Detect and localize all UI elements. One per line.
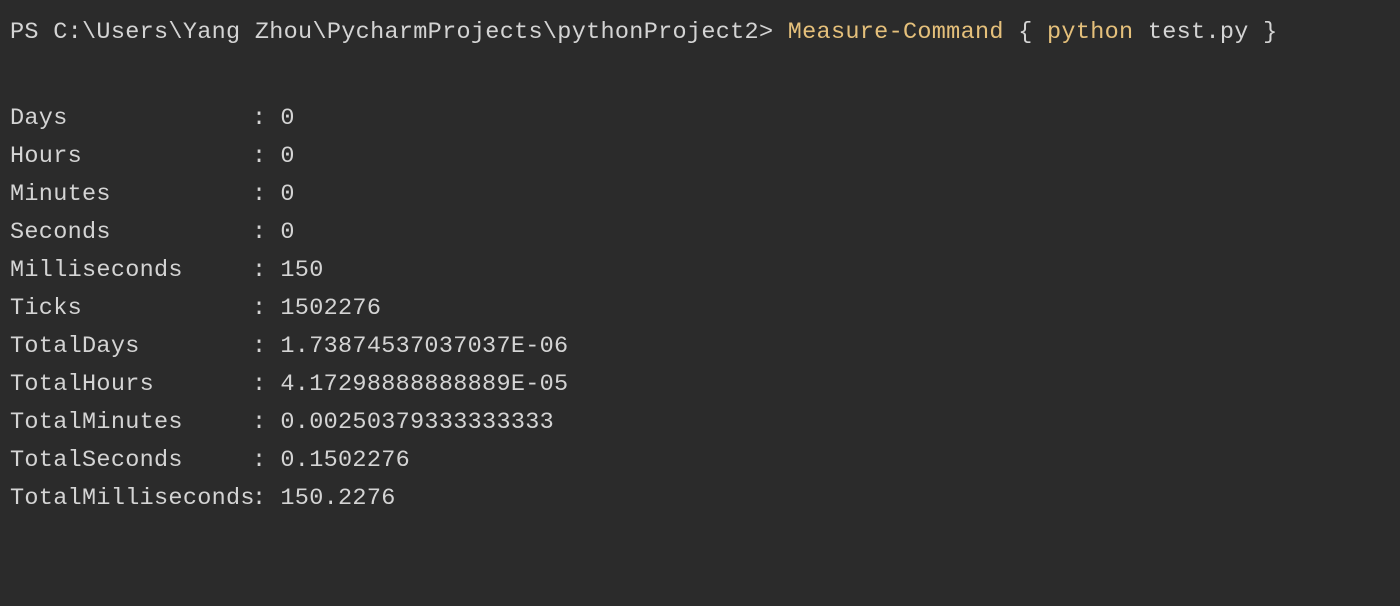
output-value: 0	[280, 214, 294, 252]
output-value: 150	[280, 252, 323, 290]
output-row: TotalHours : 4.17298888888889E-05	[10, 366, 1390, 404]
output-label: TotalMilliseconds	[10, 480, 252, 518]
output-separator: :	[252, 214, 266, 252]
command-brace-open: {	[1004, 19, 1047, 46]
output-label: Days	[10, 100, 252, 138]
output-value: 0	[280, 138, 294, 176]
output-row: Minutes : 0	[10, 176, 1390, 214]
output-separator: :	[252, 366, 266, 404]
output-value: 0.00250379333333333	[280, 404, 554, 442]
output-label: Hours	[10, 138, 252, 176]
output-separator: :	[252, 138, 266, 176]
output-row: TotalSeconds : 0.1502276	[10, 442, 1390, 480]
output-value: 1.73874537037037E-06	[280, 328, 568, 366]
output-row: Milliseconds : 150	[10, 252, 1390, 290]
output-value: 1502276	[280, 290, 381, 328]
output-value: 0	[280, 100, 294, 138]
output-separator: :	[252, 252, 266, 290]
output-row: TotalMinutes : 0.00250379333333333	[10, 404, 1390, 442]
output-separator: :	[252, 404, 266, 442]
output-separator: :	[252, 442, 266, 480]
output-separator: :	[252, 100, 266, 138]
output-row: Ticks : 1502276	[10, 290, 1390, 328]
output-separator: :	[252, 176, 266, 214]
output-separator: :	[252, 328, 266, 366]
output-value: 4.17298888888889E-05	[280, 366, 568, 404]
output-separator: :	[252, 480, 266, 518]
output-row: TotalDays : 1.73874537037037E-06	[10, 328, 1390, 366]
output-value: 0.1502276	[280, 442, 410, 480]
prompt-suffix: >	[759, 19, 788, 46]
output-separator: :	[252, 290, 266, 328]
output-label: Minutes	[10, 176, 252, 214]
output-row: Hours : 0	[10, 138, 1390, 176]
command-file: test.py	[1133, 19, 1263, 46]
prompt-path: C:\Users\Yang Zhou\PycharmProjects\pytho…	[53, 19, 759, 46]
command-python: python	[1047, 19, 1133, 46]
output-label: Seconds	[10, 214, 252, 252]
output-row: TotalMilliseconds : 150.2276	[10, 480, 1390, 518]
output-label: TotalHours	[10, 366, 252, 404]
output-value: 0	[280, 176, 294, 214]
output-label: TotalDays	[10, 328, 252, 366]
command-brace-close: }	[1263, 19, 1277, 46]
command-measure: Measure-Command	[788, 19, 1004, 46]
output-label: TotalMinutes	[10, 404, 252, 442]
command-prompt-line[interactable]: PS C:\Users\Yang Zhou\PycharmProjects\py…	[10, 14, 1390, 52]
output-row: Seconds : 0	[10, 214, 1390, 252]
output-row: Days : 0	[10, 100, 1390, 138]
output-label: Milliseconds	[10, 252, 252, 290]
output-label: Ticks	[10, 290, 252, 328]
output-block: Days : 0 Hours : 0 Minutes : 0 Seconds :…	[10, 100, 1390, 519]
output-value: 150.2276	[280, 480, 395, 518]
output-label: TotalSeconds	[10, 442, 252, 480]
prompt-prefix: PS	[10, 19, 53, 46]
